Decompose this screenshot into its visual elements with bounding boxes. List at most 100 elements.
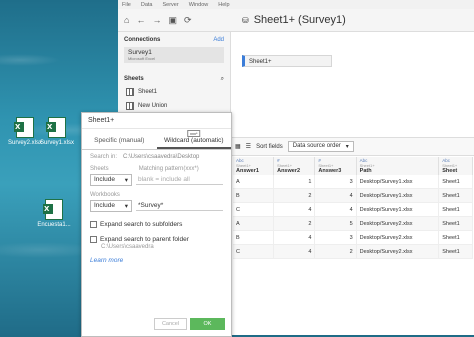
table-cell: A <box>233 175 275 189</box>
column-header[interactable]: Abc Sheet1+ Sheet <box>438 157 473 175</box>
table-cell: Sheet1 <box>438 244 473 259</box>
table-row: C 4 4 Desktop/Survey1.xlsx Sheet1 <box>233 202 473 217</box>
grid-toolbar: ▦ ☰ Sort fields Data source order ▾ <box>231 137 474 156</box>
table-cell: 4 <box>314 202 357 217</box>
chevron-down-icon: ▾ <box>124 177 128 184</box>
list-view-icon[interactable]: ☰ <box>246 143 251 150</box>
checkbox[interactable] <box>90 236 97 243</box>
checkbox[interactable] <box>90 221 97 228</box>
table-cell: 4 <box>314 188 357 203</box>
table-cell: 1 <box>273 175 316 189</box>
data-grid: Abc Sheet1+ Answer1 # Sheet1+ Answer2 # Sheet1+… <box>233 157 473 259</box>
table-cell: 4 <box>273 202 316 217</box>
chevron-down-icon: ▾ <box>124 203 128 210</box>
sort-label: Sort fields <box>256 143 283 150</box>
connection-item[interactable]: Survey1 Microsoft Excel <box>124 47 224 63</box>
table-cell: C <box>233 202 275 217</box>
tab-wildcard[interactable]: xxx* Wildcard (automatic) <box>156 129 231 149</box>
desktop-file-encuesta1[interactable]: X Encuesta1... <box>37 199 71 228</box>
table-cell: Desktop/Survey2.xlsx <box>356 216 440 231</box>
table-cell: Desktop/Survey2.xlsx <box>356 244 440 259</box>
ok-button[interactable]: OK <box>190 318 225 330</box>
field-name: Answer1 <box>236 168 259 174</box>
menu-file[interactable]: File <box>122 2 131 8</box>
workbooks-include-select[interactable]: Include ▾ <box>90 200 132 212</box>
union-tabs: Specific (manual) xxx* Wildcard (automat… <box>82 129 231 150</box>
table-cell: Sheet1 <box>438 188 473 203</box>
menu-data[interactable]: Data <box>141 2 153 8</box>
sheets-header: Sheets ⌕ <box>124 76 224 83</box>
union-dialog: Sheet1+ Specific (manual) xxx* Wildcard … <box>81 112 232 337</box>
connection-name: Survey1 <box>128 49 152 56</box>
table-cell: B <box>233 230 275 245</box>
sheet-item-sheet1[interactable]: Sheet1 <box>118 85 230 99</box>
column-header[interactable]: # Sheet1+ Answer3 <box>314 157 357 175</box>
table-row: A 1 3 Desktop/Survey1.xlsx Sheet1 <box>233 175 473 189</box>
table-cell: A <box>233 216 275 231</box>
sheet-item-new-union[interactable]: New Union <box>118 99 230 113</box>
search-in-label: Search in: <box>90 154 118 160</box>
table-cell: Desktop/Survey1.xlsx <box>356 202 440 217</box>
refresh-icon[interactable]: ⟳ <box>184 15 192 26</box>
save-icon[interactable]: ▣ <box>168 15 177 26</box>
table-cell: C <box>233 244 275 259</box>
table-cell: Desktop/Survey1.xlsx <box>356 175 440 189</box>
table-cell: 5 <box>314 216 357 231</box>
wildcard-icon: xxx* <box>186 130 201 137</box>
grid-view-icon[interactable]: ▦ <box>235 143 241 150</box>
menu-help[interactable]: Help <box>218 2 229 8</box>
table-cell: 3 <box>314 230 357 245</box>
desktop-file-survey1[interactable]: X Survey1.xlsx <box>40 117 74 146</box>
sheets-include-select[interactable]: Include ▾ <box>90 174 132 186</box>
sheet-icon <box>126 88 134 96</box>
expand-parent-option[interactable]: Expand search to parent folder <box>82 236 231 243</box>
cancel-button[interactable]: Cancel <box>154 318 187 330</box>
table-cell: 2 <box>273 188 316 203</box>
union-icon <box>126 102 134 110</box>
canvas-table-pill[interactable]: Sheet1+ <box>242 55 332 67</box>
chevron-down-icon: ▾ <box>345 144 349 150</box>
table-cell: B <box>233 188 275 203</box>
column-header[interactable]: Abc Sheet1+ Path <box>356 157 440 175</box>
table-row: B 2 4 Desktop/Survey1.xlsx Sheet1 <box>233 188 473 203</box>
field-name: Answer3 <box>318 168 342 174</box>
desktop-file-survey2[interactable]: X Survey2.xlsx <box>8 117 42 146</box>
menu-window[interactable]: Window <box>189 2 209 8</box>
join-canvas: Sheet1+ <box>231 32 474 137</box>
desktop-file-label: Survey2.xlsx <box>8 140 43 146</box>
field-name: Answer2 <box>277 168 301 174</box>
forward-icon[interactable]: → <box>152 15 161 25</box>
table-cell: 3 <box>314 175 357 189</box>
table-cell: Desktop/Survey2.xlsx <box>356 230 440 245</box>
workbooks-pattern-input[interactable]: *Survey* <box>136 201 223 211</box>
table-cell: 4 <box>273 230 316 245</box>
database-icon: ⛁ <box>242 15 249 25</box>
home-icon[interactable]: ⌂ <box>124 15 129 25</box>
excel-file-icon: X <box>46 117 66 138</box>
expand-subfolders-option[interactable]: Expand search to subfolders <box>82 221 231 228</box>
search-icon[interactable]: ⌕ <box>221 76 224 83</box>
table-row: B 4 3 Desktop/Survey2.xlsx Sheet1 <box>233 230 473 245</box>
menu-server[interactable]: Server <box>163 2 179 8</box>
sort-fields-select[interactable]: Data source order ▾ <box>287 141 354 152</box>
column-header[interactable]: Abc Sheet1+ Answer1 <box>233 157 275 175</box>
table-row: A 2 5 Desktop/Survey2.xlsx Sheet1 <box>233 216 473 231</box>
tab-specific[interactable]: Specific (manual) <box>82 129 157 149</box>
table-cell: 2 <box>314 244 357 259</box>
workbooks-label: Workbooks <box>90 192 120 198</box>
search-in-path: C:\Users\csaavedra\Desktop <box>123 154 200 160</box>
matching-pattern-label: Matching pattern(xxx*) <box>138 166 199 172</box>
table-cell: 2 <box>273 216 316 231</box>
column-header[interactable]: # Sheet1+ Answer2 <box>273 157 316 175</box>
sheets-pattern-input[interactable]: blank = include all <box>136 175 223 185</box>
learn-more-link[interactable]: Learn more <box>82 257 231 264</box>
desktop-file-label: Encuesta1... <box>37 222 71 228</box>
table-cell: Sheet1 <box>438 216 473 231</box>
field-name: Sheet <box>442 168 458 174</box>
excel-file-icon: X <box>14 117 34 138</box>
data-source-title[interactable]: ⛁ Sheet1+ (Survey1) <box>242 14 346 26</box>
add-connection-link[interactable]: Add <box>213 37 224 43</box>
back-icon[interactable]: ← <box>136 15 145 25</box>
sheets-label: Sheets <box>90 166 109 172</box>
dialog-title: Sheet1+ <box>82 113 231 129</box>
